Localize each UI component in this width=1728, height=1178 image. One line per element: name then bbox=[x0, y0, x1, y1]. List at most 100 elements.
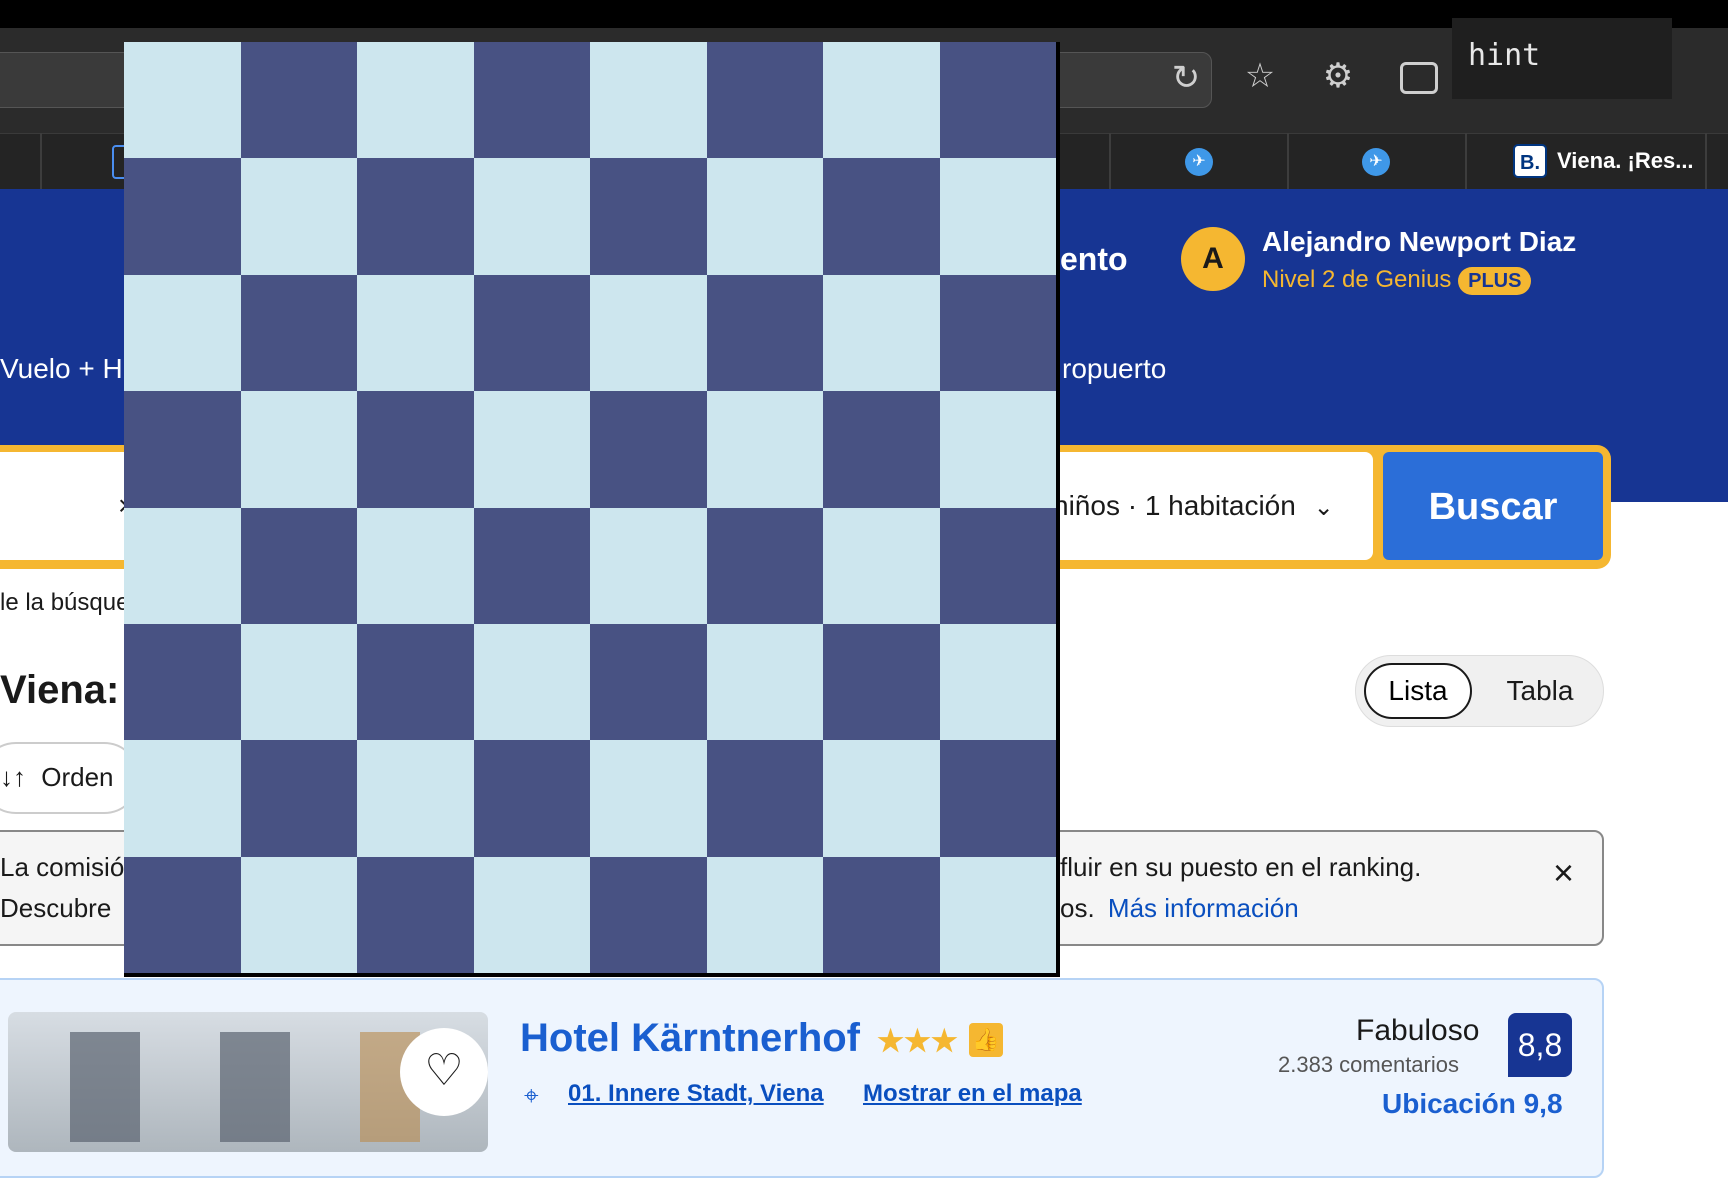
board-square[interactable] bbox=[124, 623, 241, 741]
board-square[interactable] bbox=[240, 42, 357, 159]
board-square[interactable] bbox=[706, 274, 823, 392]
board-square[interactable] bbox=[939, 274, 1056, 392]
show-on-map-link[interactable]: Mostrar en el mapa bbox=[863, 1080, 1082, 1108]
rating-word: Fabuloso bbox=[1356, 1014, 1480, 1047]
board-square[interactable] bbox=[124, 391, 241, 508]
board-square[interactable] bbox=[240, 740, 357, 857]
board-square[interactable] bbox=[823, 391, 940, 508]
checkerboard-grid bbox=[124, 42, 1056, 973]
nav-airport[interactable]: ropuerto bbox=[1062, 353, 1166, 385]
tab-viena-title[interactable]: Viena. ¡Res... bbox=[1557, 148, 1694, 174]
booking-logo-icon: B. bbox=[1513, 144, 1547, 178]
search-button[interactable]: Buscar bbox=[1383, 452, 1603, 560]
hotel-title[interactable]: Hotel Kärntnerhof ★★★ 👍 bbox=[520, 1016, 1003, 1061]
board-square[interactable] bbox=[823, 274, 940, 392]
board-square[interactable] bbox=[939, 856, 1056, 973]
reload-icon[interactable]: ↻ bbox=[1162, 58, 1210, 98]
board-square[interactable] bbox=[939, 740, 1056, 857]
board-square[interactable] bbox=[939, 42, 1056, 159]
board-square[interactable] bbox=[706, 623, 823, 741]
board-square[interactable] bbox=[124, 856, 241, 973]
guests-selector[interactable]: niños · 1 habitación ⌄ bbox=[1053, 490, 1334, 522]
board-square[interactable] bbox=[124, 507, 241, 624]
board-square[interactable] bbox=[939, 507, 1056, 624]
board-square[interactable] bbox=[706, 856, 823, 973]
board-square[interactable] bbox=[357, 740, 474, 857]
notice-line1-left: La comisió bbox=[0, 852, 125, 882]
board-square[interactable] bbox=[240, 623, 357, 741]
board-square[interactable] bbox=[823, 740, 940, 857]
board-square[interactable] bbox=[706, 507, 823, 624]
board-square[interactable] bbox=[590, 158, 707, 275]
board-square[interactable] bbox=[590, 42, 707, 159]
board-square[interactable] bbox=[939, 391, 1056, 508]
user-name[interactable]: Alejandro Newport Diaz bbox=[1262, 226, 1576, 258]
board-square[interactable] bbox=[473, 740, 590, 857]
board-square[interactable] bbox=[473, 42, 590, 159]
board-square[interactable] bbox=[706, 42, 823, 159]
board-square[interactable] bbox=[124, 274, 241, 392]
heart-icon[interactable]: ♡ bbox=[400, 1028, 488, 1116]
photo-window bbox=[70, 1032, 140, 1142]
board-square[interactable] bbox=[357, 856, 474, 973]
board-square[interactable] bbox=[939, 158, 1056, 275]
more-info-link[interactable]: Más información bbox=[1108, 893, 1299, 923]
sort-label-wrap: ↓↑ Orden bbox=[0, 762, 114, 793]
board-square[interactable] bbox=[590, 274, 707, 392]
board-square[interactable] bbox=[473, 158, 590, 275]
board-square[interactable] bbox=[124, 158, 241, 275]
board-square[interactable] bbox=[240, 507, 357, 624]
board-square[interactable] bbox=[823, 507, 940, 624]
board-square[interactable] bbox=[823, 623, 940, 741]
board-square[interactable] bbox=[473, 856, 590, 973]
plane-tab-icon[interactable]: ✈ bbox=[1362, 148, 1390, 176]
board-square[interactable] bbox=[357, 623, 474, 741]
board-square[interactable] bbox=[473, 507, 590, 624]
board-square[interactable] bbox=[240, 158, 357, 275]
board-square[interactable] bbox=[124, 42, 241, 159]
board-square[interactable] bbox=[706, 391, 823, 508]
board-square[interactable] bbox=[357, 42, 474, 159]
board-square[interactable] bbox=[823, 42, 940, 159]
board-square[interactable] bbox=[823, 158, 940, 275]
plus-badge: PLUS bbox=[1458, 267, 1532, 295]
board-square[interactable] bbox=[473, 274, 590, 392]
board-square[interactable] bbox=[473, 623, 590, 741]
board-square[interactable] bbox=[357, 158, 474, 275]
board-square[interactable] bbox=[240, 856, 357, 973]
location-pin-icon: ⌖ bbox=[524, 1080, 539, 1110]
printer-icon[interactable] bbox=[1400, 62, 1438, 94]
board-square[interactable] bbox=[240, 274, 357, 392]
gear-icon[interactable]: ⚙ bbox=[1314, 56, 1362, 96]
hint-popup: hint bbox=[1452, 18, 1672, 99]
board-square[interactable] bbox=[240, 391, 357, 508]
board-square[interactable] bbox=[706, 740, 823, 857]
view-table-button[interactable]: Tabla bbox=[1490, 663, 1590, 719]
score-badge[interactable]: 8,8 bbox=[1508, 1013, 1572, 1077]
board-square[interactable] bbox=[590, 507, 707, 624]
board-square[interactable] bbox=[590, 740, 707, 857]
board-square[interactable] bbox=[823, 856, 940, 973]
plane-tab-icon[interactable]: ✈ bbox=[1185, 148, 1213, 176]
view-list-button[interactable]: Lista bbox=[1364, 663, 1472, 719]
notice-line2-left: Descubre bbox=[0, 893, 112, 923]
nav-flight-hotel[interactable]: Vuelo + H bbox=[0, 353, 123, 385]
board-square[interactable] bbox=[357, 507, 474, 624]
star-icon[interactable]: ☆ bbox=[1236, 56, 1284, 96]
close-icon[interactable]: × bbox=[1553, 852, 1574, 894]
checkerboard-overlay bbox=[124, 42, 1060, 977]
board-square[interactable] bbox=[939, 623, 1056, 741]
board-square[interactable] bbox=[590, 623, 707, 741]
board-square[interactable] bbox=[473, 391, 590, 508]
board-square[interactable] bbox=[590, 391, 707, 508]
board-square[interactable] bbox=[124, 740, 241, 857]
thumbs-up-icon: 👍 bbox=[968, 1023, 1003, 1058]
avatar[interactable]: A bbox=[1181, 227, 1245, 291]
board-square[interactable] bbox=[357, 391, 474, 508]
board-square[interactable] bbox=[357, 274, 474, 392]
hotel-location-link[interactable]: 01. Innere Stadt, Viena bbox=[568, 1080, 824, 1108]
genius-level: Nivel 2 de Genius PLUS bbox=[1262, 266, 1532, 295]
board-square[interactable] bbox=[706, 158, 823, 275]
guests-label: niños · 1 habitación bbox=[1053, 490, 1296, 521]
board-square[interactable] bbox=[590, 856, 707, 973]
